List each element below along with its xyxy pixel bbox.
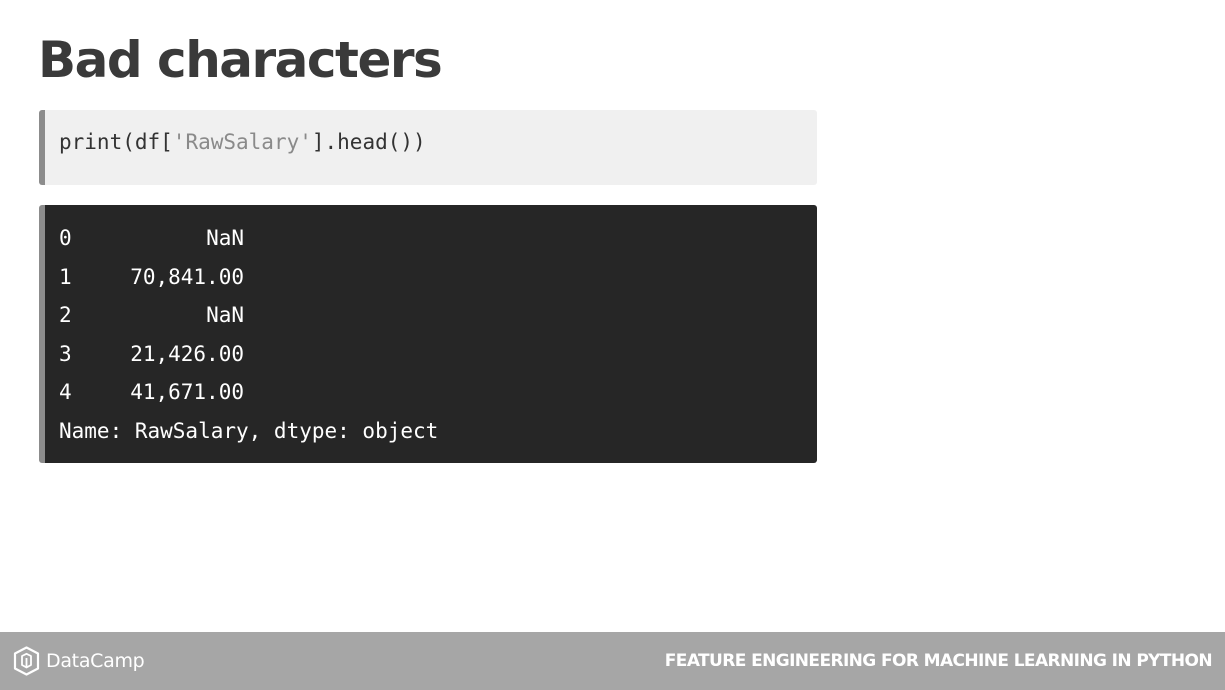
output-index: 2 (59, 303, 72, 328)
datacamp-logo-icon (13, 646, 40, 676)
output-row: 1 70,841.00 (59, 262, 817, 301)
code-prefix: print(df[ (59, 130, 173, 154)
output-row: 0 NaN (59, 223, 817, 262)
output-value: 21,426.00 (130, 341, 244, 366)
output-row: 2 NaN (59, 300, 817, 339)
slide-footer: DataCamp FEATURE ENGINEERING FOR MACHINE… (0, 632, 1225, 690)
brand: DataCamp (13, 646, 145, 676)
output-value: NaN (206, 226, 244, 250)
output-index: 1 (59, 264, 72, 289)
code-block: print(df['RawSalary'].head()) (39, 110, 817, 185)
slide-title: Bad characters (38, 31, 443, 89)
output-block: 0 NaN 1 70,841.00 2 NaN 3 21,426.00 4 41… (39, 205, 817, 463)
output-series-info: Name: RawSalary, dtype: object (59, 418, 439, 443)
code-suffix: ].head()) (311, 130, 426, 154)
output-index: 0 (59, 226, 72, 250)
course-title: FEATURE ENGINEERING FOR MACHINE LEARNING… (664, 651, 1213, 671)
output-value: NaN (206, 303, 244, 328)
output-row: 3 21,426.00 (59, 339, 817, 378)
output-row: 4 41,671.00 (59, 377, 817, 416)
brand-name: DataCamp (46, 650, 145, 672)
output-index: 3 (59, 341, 72, 366)
output-index: 4 (59, 380, 72, 405)
output-value: 41,671.00 (130, 380, 244, 405)
output-value: 70,841.00 (130, 264, 244, 289)
code-string-literal: 'RawSalary' (172, 130, 312, 154)
